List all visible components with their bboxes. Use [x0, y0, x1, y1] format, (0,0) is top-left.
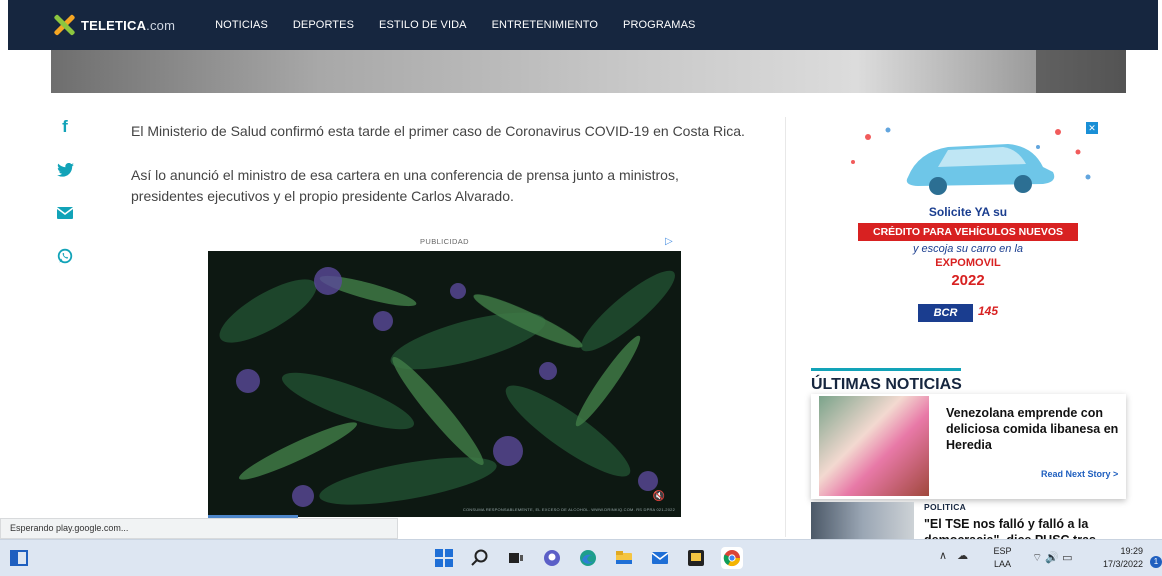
system-tray: ∧ ☁	[939, 549, 968, 562]
teletica-logo[interactable]: TELETICA.com	[53, 0, 175, 50]
read-next-story-card[interactable]: Venezolana emprende con deliciosa comida…	[811, 394, 1126, 499]
windows-start-icon[interactable]	[433, 547, 455, 569]
browser-status-bar: Esperando play.google.com...	[0, 518, 398, 539]
edge-browser-icon[interactable]	[577, 547, 599, 569]
sticky-notes-icon[interactable]	[685, 547, 707, 569]
task-view-icon[interactable]	[505, 547, 527, 569]
language-code: ESP	[993, 546, 1012, 556]
nav-link-estilo-de-vida[interactable]: ESTILO DE VIDA	[379, 19, 467, 31]
logo-text: TELETICA.com	[81, 18, 175, 33]
mute-icon[interactable]: 🔇	[653, 491, 665, 502]
nav-link-programas[interactable]: PROGRAMAS	[623, 19, 695, 31]
ad-subline: y escoja su carro en la	[912, 243, 1024, 255]
share-bar: f	[56, 117, 76, 290]
ad-year: 2022	[951, 272, 985, 289]
bcr-logo: BCR	[918, 304, 973, 322]
show-hidden-icons-chevron-icon[interactable]: ∧	[939, 549, 947, 562]
video-ad[interactable]: CONSUMA RESPONSABLEMENTE, EL EXCESO DE A…	[208, 251, 681, 517]
ad-headline: Solicite YA su	[928, 205, 1008, 219]
clock-date: 17/3/2022	[1102, 559, 1143, 569]
search-icon[interactable]	[469, 547, 491, 569]
section-accent-bar	[811, 368, 961, 371]
keyboard-layout: LAA	[993, 559, 1011, 569]
adchoices-icon[interactable]: ▷	[665, 236, 673, 247]
chat-icon[interactable]	[541, 547, 563, 569]
clock[interactable]: 19:29 17/3/2022	[1095, 545, 1143, 571]
clock-time: 19:29	[1120, 546, 1143, 556]
fern-foliage-image	[208, 251, 681, 517]
nav-link-entretenimiento[interactable]: ENTRETENIMIENTO	[492, 19, 598, 31]
video-disclaimer: CONSUMA RESPONSABLEMENTE, EL EXCESO DE A…	[462, 507, 675, 512]
ad-close-icon[interactable]: ✕	[1086, 122, 1098, 134]
twitter-icon[interactable]	[56, 161, 74, 179]
chrome-icon[interactable]	[721, 547, 743, 569]
onedrive-icon[interactable]: ☁	[957, 549, 968, 562]
logo-x-icon	[53, 14, 76, 36]
whatsapp-icon[interactable]	[56, 247, 74, 265]
input-language[interactable]: ESP LAA	[990, 545, 1015, 571]
article-paragraph-1: El Ministerio de Salud confirmó esta tar…	[131, 123, 745, 139]
advertising-label: PUBLICIDAD	[419, 237, 469, 246]
latest-news-heading: ÚLTIMAS NOTICIAS	[811, 376, 962, 393]
story-2-title-line-1[interactable]: "El TSE nos falló y falló a la	[924, 516, 1124, 532]
system-status-icons[interactable]: ⌔ 🔊 ▭	[1032, 551, 1073, 565]
taskbar-apps	[433, 547, 757, 569]
wifi-icon: ⌔	[1032, 552, 1043, 564]
article-paragraph-2-line-1: Así lo anunció el ministro de esa carter…	[131, 167, 679, 183]
widgets-icon[interactable]	[10, 550, 28, 566]
logo-main: TELETICA	[81, 17, 147, 33]
ad-credit-banner: CRÉDITO PARA VEHÍCULOS NUEVOS	[858, 223, 1078, 241]
car-illustration	[851, 127, 1091, 195]
volume-icon: 🔊	[1045, 552, 1060, 564]
email-icon[interactable]	[56, 204, 74, 222]
nav-links: NOTICIAS DEPORTES ESTILO DE VIDA ENTRETE…	[215, 19, 720, 31]
sidebar-ad[interactable]: ✕ Solicite YA su CRÉDITO PARA VEHÍCULOS …	[838, 122, 1098, 338]
file-explorer-icon[interactable]	[613, 547, 635, 569]
story-2-thumbnail[interactable]	[811, 502, 914, 542]
nav-link-deportes[interactable]: DEPORTES	[293, 19, 354, 31]
nav-link-noticias[interactable]: NOTICIAS	[215, 19, 268, 31]
anniversary-logo: 145	[978, 304, 999, 318]
windows-taskbar: ∧ ☁ ESP LAA ⌔ 🔊 ▭ 19:29 17/3/2022 1	[0, 539, 1162, 576]
story-2-category: POLITICA	[924, 502, 967, 512]
mail-icon[interactable]	[649, 547, 671, 569]
hero-image	[51, 50, 1126, 93]
facebook-icon[interactable]: f	[56, 117, 74, 136]
column-divider	[785, 117, 786, 537]
logo-suffix: .com	[146, 17, 176, 33]
notification-badge[interactable]: 1	[1150, 556, 1162, 568]
article-paragraph-2: Así lo anunció el ministro de esa carter…	[131, 165, 761, 207]
read-next-story-link[interactable]: Read Next Story >	[1041, 469, 1118, 479]
battery-icon: ▭	[1062, 552, 1073, 564]
top-navigation: TELETICA.com NOTICIAS DEPORTES ESTILO DE…	[8, 0, 1158, 50]
story-title[interactable]: Venezolana emprende con deliciosa comida…	[946, 405, 1126, 453]
ad-expomovil: EXPOMOVIL	[935, 257, 1001, 269]
story-thumbnail	[819, 396, 929, 496]
article-paragraph-2-line-2: presidentes ejecutivos y el propio presi…	[131, 188, 514, 204]
story-2-title-line-2[interactable]: democracia", dice PUSC tras	[924, 532, 1124, 539]
